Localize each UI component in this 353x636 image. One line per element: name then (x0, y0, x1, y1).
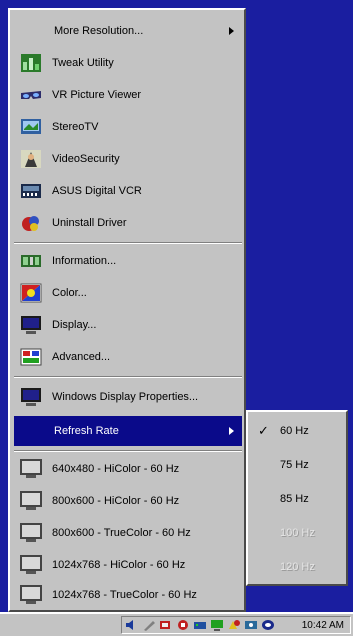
menu-item-uninstall-driver[interactable]: Uninstall Driver (14, 208, 242, 238)
menu-item-tweak-utility[interactable]: Tweak Utility (14, 48, 242, 78)
menu-item-label: ASUS Digital VCR (52, 185, 142, 197)
menu-item-asus-digital-vcr[interactable]: ASUS Digital VCR (14, 176, 242, 206)
vr-glasses-icon (20, 85, 42, 105)
menu-item-resolution[interactable]: 640x480 - HiColor - 60 Hz (14, 454, 242, 484)
clock[interactable]: 10:42 AM (302, 620, 344, 631)
refresh-rate-option: 100 Hz (250, 518, 344, 548)
refresh-rate-option[interactable]: 85 Hz (250, 484, 344, 514)
menu-item-label: Windows Display Properties... (52, 391, 199, 403)
graphics-tray-icon[interactable] (244, 619, 258, 631)
menu-item-stereotv[interactable]: StereoTV (14, 112, 242, 142)
menu-item-color[interactable]: Color... (14, 278, 242, 308)
taskbar: 10:42 AM (0, 612, 353, 636)
refresh-rate-label: 85 Hz (280, 493, 309, 505)
menu-item-resolution[interactable]: 1024x768 - TrueColor - 60 Hz (14, 580, 242, 610)
menu-item-label: 800x600 - TrueColor - 60 Hz (52, 527, 191, 539)
menu-item-label: Information... (52, 255, 117, 267)
menu-item-label: More Resolution... (54, 25, 144, 37)
menu-item-label: Advanced... (52, 351, 111, 363)
menu-item-label: Tweak Utility (52, 57, 114, 69)
monitor-icon (20, 523, 42, 543)
refresh-rate-option[interactable]: 75 Hz (250, 450, 344, 480)
submenu-arrow-icon (229, 427, 234, 435)
menu-item-windows-display-properties[interactable]: Windows Display Properties... (14, 382, 242, 412)
tweak-icon (20, 53, 42, 73)
utility-icon[interactable] (227, 619, 241, 631)
menu-item-label: Display... (52, 319, 97, 331)
context-menu: More Resolution... Tweak Utility VR Pict… (8, 8, 246, 612)
menu-item-label: Color... (52, 287, 87, 299)
speaker-icon[interactable] (125, 619, 139, 631)
modem-icon[interactable] (193, 619, 207, 631)
system-tray: 10:42 AM (121, 616, 351, 634)
monitor-icon (20, 491, 42, 511)
refresh-rate-label: 75 Hz (280, 459, 309, 471)
menu-item-label: Refresh Rate (54, 425, 119, 437)
refresh-rate-submenu: ✓ 60 Hz 75 Hz 85 Hz 100 Hz 120 Hz (246, 410, 348, 586)
monitor-icon (20, 459, 42, 479)
submenu-arrow-icon (229, 27, 234, 35)
color-icon (20, 283, 42, 303)
asus-tray-icon[interactable] (261, 619, 275, 631)
security-icon[interactable] (176, 619, 190, 631)
menu-separator (14, 242, 242, 244)
menu-item-resolution[interactable]: 800x600 - TrueColor - 60 Hz (14, 518, 242, 548)
display-icon (20, 315, 42, 335)
video-security-icon (20, 149, 42, 169)
refresh-rate-option: 120 Hz (250, 552, 344, 582)
refresh-rate-label: 100 Hz (280, 527, 315, 539)
monitor-icon (20, 585, 42, 605)
menu-item-label: StereoTV (52, 121, 99, 133)
stereo-tv-icon (20, 117, 42, 137)
checkmark-icon: ✓ (258, 423, 269, 438)
network-icon[interactable] (159, 619, 173, 631)
menu-item-resolution[interactable]: 800x600 - HiColor - 60 Hz (14, 486, 242, 516)
refresh-rate-label: 60 Hz (280, 425, 309, 437)
menu-item-label: 800x600 - HiColor - 60 Hz (52, 495, 180, 507)
menu-item-advanced[interactable]: Advanced... (14, 342, 242, 372)
menu-item-videosecurity[interactable]: VideoSecurity (14, 144, 242, 174)
advanced-icon (20, 347, 42, 367)
display-settings-icon[interactable] (210, 619, 224, 631)
uninstall-icon (20, 213, 42, 233)
information-icon (20, 251, 42, 271)
menu-item-label: VideoSecurity (52, 153, 120, 165)
menu-item-label: VR Picture Viewer (52, 89, 142, 101)
menu-item-more-resolution[interactable]: More Resolution... (14, 16, 242, 46)
menu-item-resolution[interactable]: 1024x768 - HiColor - 60 Hz (14, 550, 242, 580)
menu-item-display[interactable]: Display... (14, 310, 242, 340)
menu-item-label: Uninstall Driver (52, 217, 127, 229)
menu-item-label: 640x480 - HiColor - 60 Hz (52, 463, 180, 475)
menu-item-information[interactable]: Information... (14, 246, 242, 276)
refresh-rate-label: 120 Hz (280, 561, 315, 573)
monitor-icon (20, 387, 42, 407)
monitor-icon (20, 555, 42, 575)
menu-item-refresh-rate[interactable]: Refresh Rate (14, 416, 242, 446)
menu-item-vr-picture-viewer[interactable]: VR Picture Viewer (14, 80, 242, 110)
menu-separator (14, 450, 242, 452)
vcr-icon (20, 181, 42, 201)
menu-item-label: 1024x768 - TrueColor - 60 Hz (52, 589, 197, 601)
menu-separator (14, 376, 242, 378)
menu-item-label: 1024x768 - HiColor - 60 Hz (52, 559, 186, 571)
pen-icon[interactable] (142, 619, 156, 631)
refresh-rate-option[interactable]: ✓ 60 Hz (250, 416, 344, 446)
